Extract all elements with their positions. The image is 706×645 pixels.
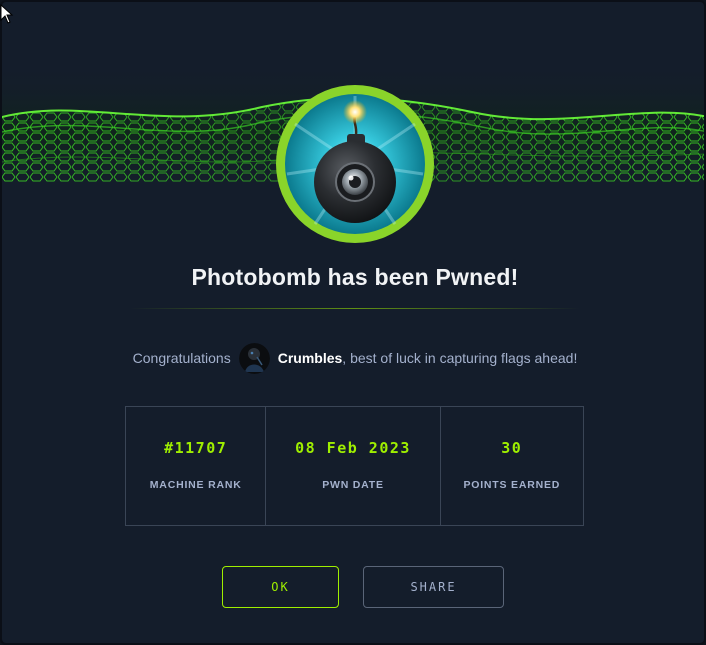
username: Crumbles: [277, 350, 343, 366]
share-button[interactable]: SHARE: [363, 566, 504, 608]
stat-machine-rank: #11707 MACHINE RANK: [126, 407, 267, 525]
machine-rank-value: #11707: [164, 439, 228, 457]
bomb-camera-icon: [276, 85, 434, 243]
stat-pwn-date: 08 Feb 2023 PWN DATE: [266, 407, 441, 525]
machine-rank-label: MACHINE RANK: [149, 479, 242, 491]
pwned-modal: Photobomb has been Pwned! Congratulation…: [0, 0, 706, 645]
stats-table: #11707 MACHINE RANK 08 Feb 2023 PWN DATE…: [125, 406, 584, 526]
congrats-prefix: Congratulations: [132, 350, 231, 366]
congratulations-message: Congratulations Crumbles , best of luck …: [2, 342, 704, 374]
ok-button[interactable]: OK: [222, 566, 339, 608]
mouse-cursor-icon: [0, 4, 14, 24]
pwn-date-label: PWN DATE: [322, 479, 384, 491]
stat-points-earned: 30 POINTS EARNED: [441, 407, 583, 525]
points-earned-value: 30: [501, 439, 523, 457]
machine-avatar: [275, 84, 435, 244]
user-avatar: [238, 342, 270, 374]
pwn-date-value: 08 Feb 2023: [295, 439, 411, 457]
page-title: Photobomb has been Pwned!: [191, 264, 519, 290]
title-divider: [130, 308, 580, 309]
congrats-suffix: , best of luck in capturing flags ahead!: [342, 350, 578, 366]
points-earned-label: POINTS EARNED: [463, 479, 561, 491]
